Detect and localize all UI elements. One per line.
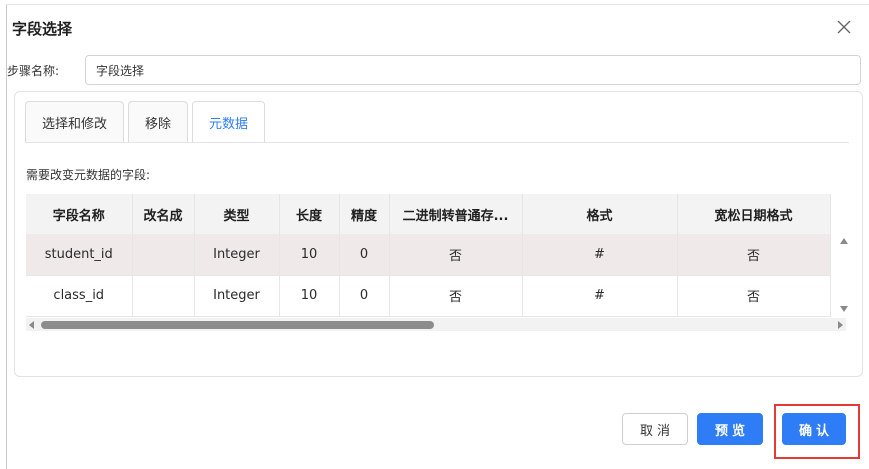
column-header[interactable]: 精度 <box>339 194 390 234</box>
dialog-title: 字段选择 <box>12 20 73 38</box>
column-header[interactable]: 二进制转普通存... <box>389 194 523 234</box>
scroll-up-icon[interactable] <box>840 238 848 244</box>
content-panel: 选择和修改 移除 元数据 需要改变元数据的字段: 字段名称 改名成 类型 长度 … <box>14 91 863 377</box>
scroll-down-icon[interactable] <box>840 306 848 312</box>
cancel-button[interactable]: 取消 <box>622 413 688 445</box>
table-cell[interactable]: # <box>522 275 678 317</box>
table-cell[interactable]: Integer <box>194 275 280 317</box>
column-header[interactable]: 长度 <box>279 194 340 234</box>
close-icon[interactable] <box>836 19 852 35</box>
table-cell[interactable] <box>132 234 195 276</box>
vertical-scrollbar[interactable] <box>837 234 850 316</box>
table-cell[interactable]: # <box>522 234 678 276</box>
scroll-right-icon[interactable] <box>838 321 843 329</box>
table-cell[interactable]: 10 <box>279 275 340 317</box>
table-cell[interactable]: student_id <box>26 234 133 276</box>
scroll-left-icon[interactable] <box>29 321 34 329</box>
metadata-grid: 字段名称 改名成 类型 长度 精度 二进制转普通存... 格式 宽松日期格式 s… <box>26 194 850 334</box>
table-row[interactable]: student_id Integer 10 0 否 # 否 <box>26 234 831 276</box>
table-cell[interactable]: 否 <box>677 275 831 317</box>
metadata-table: 字段名称 改名成 类型 长度 精度 二进制转普通存... 格式 宽松日期格式 s… <box>26 194 831 317</box>
horizontal-scrollbar[interactable] <box>26 318 846 331</box>
metadata-section-label: 需要改变元数据的字段: <box>26 168 151 182</box>
confirm-highlight-box <box>774 404 860 459</box>
dialog-border-top <box>6 4 869 5</box>
table-cell[interactable]: 否 <box>389 234 523 276</box>
tab-divider <box>25 142 849 143</box>
tab-select-modify[interactable]: 选择和修改 <box>25 101 125 143</box>
table-cell[interactable]: 否 <box>677 234 831 276</box>
tab-remove[interactable]: 移除 <box>128 101 189 143</box>
column-header[interactable]: 宽松日期格式 <box>677 194 831 234</box>
column-header[interactable]: 类型 <box>194 194 280 234</box>
preview-button[interactable]: 预览 <box>697 413 763 445</box>
step-name-input[interactable] <box>85 55 861 85</box>
table-header-row: 字段名称 改名成 类型 长度 精度 二进制转普通存... 格式 宽松日期格式 <box>26 194 831 234</box>
table-cell[interactable]: class_id <box>26 275 133 317</box>
table-cell[interactable]: 0 <box>339 275 390 317</box>
column-header[interactable]: 字段名称 <box>26 194 133 234</box>
table-row[interactable]: class_id Integer 10 0 否 # 否 <box>26 275 831 317</box>
table-cell[interactable]: 10 <box>279 234 340 276</box>
column-header[interactable]: 改名成 <box>132 194 195 234</box>
column-header[interactable]: 格式 <box>522 194 678 234</box>
scrollbar-thumb[interactable] <box>41 321 434 329</box>
table-cell[interactable] <box>132 275 195 317</box>
tab-bar: 选择和修改 移除 元数据 <box>25 101 269 143</box>
step-name-label: 步骤名称: <box>7 64 60 78</box>
table-cell[interactable]: 0 <box>339 234 390 276</box>
tab-metadata[interactable]: 元数据 <box>192 101 266 143</box>
table-cell[interactable]: 否 <box>389 275 523 317</box>
table-cell[interactable]: Integer <box>194 234 280 276</box>
